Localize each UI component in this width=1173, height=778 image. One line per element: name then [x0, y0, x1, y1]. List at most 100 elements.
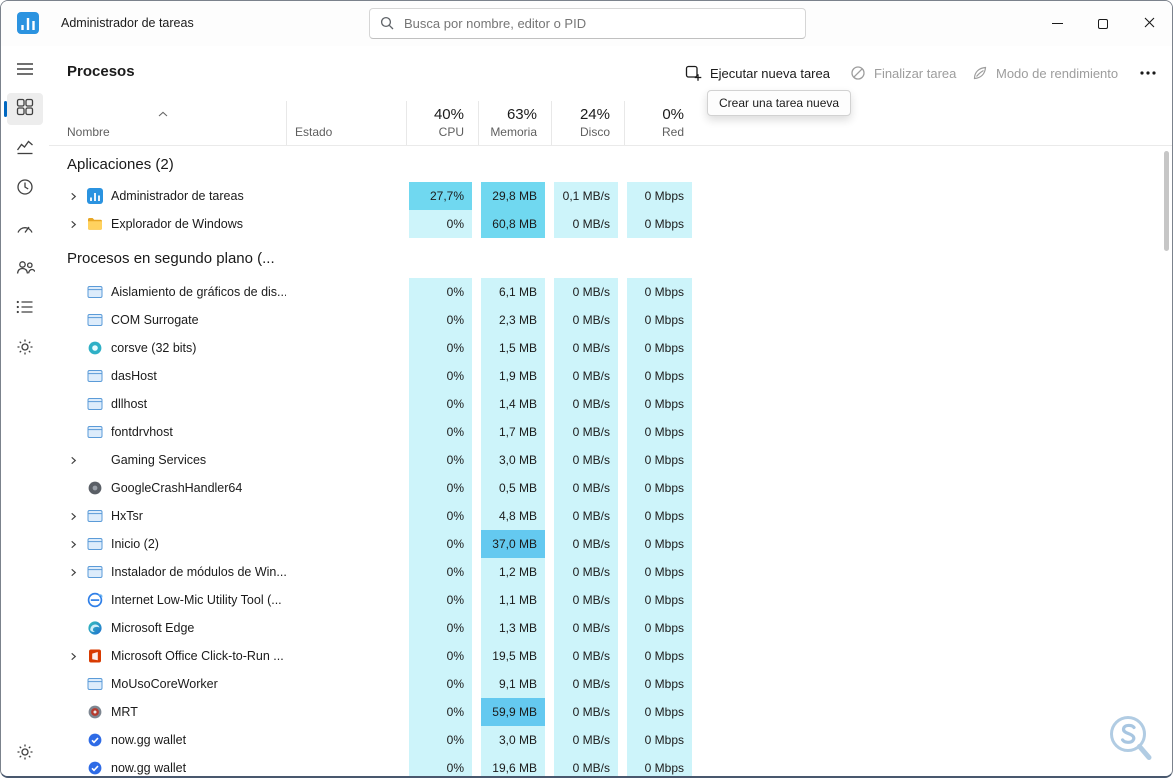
window-icon [87, 424, 103, 440]
chevron-right-icon[interactable] [69, 220, 83, 229]
cpu-cell: 0% [409, 670, 472, 698]
chevron-right-icon[interactable] [69, 512, 83, 521]
cpu-cell: 0% [409, 446, 472, 474]
sidebar-item-app-history[interactable] [7, 173, 43, 205]
wallet-icon [87, 732, 103, 748]
process-row[interactable]: COM Surrogate 0% 2,3 MB 0 MB/s 0 Mbps [60, 306, 1172, 334]
window-icon [87, 676, 103, 692]
more-options-button[interactable] [1134, 58, 1162, 88]
process-row[interactable]: HxTsr 0% 4,8 MB 0 MB/s 0 Mbps [60, 502, 1172, 530]
network-cell: 0 Mbps [627, 306, 692, 334]
network-cell: 0 Mbps [627, 754, 692, 776]
end-task-label: Finalizar tarea [874, 65, 957, 81]
tooltip: Crear una tarea nueva [707, 90, 852, 116]
process-row[interactable]: Instalador de módulos de Win... 0% 1,2 MB 0… [60, 558, 1172, 586]
blank-icon [87, 452, 103, 468]
process-row[interactable]: now.gg wallet 0% 19,6 MB 0 MB/s 0 Mbps [60, 754, 1172, 776]
sidebar-item-services[interactable] [7, 333, 43, 365]
sidebar-item-users[interactable] [7, 253, 43, 285]
process-name: Microsoft Office Click-to-Run ... [111, 649, 284, 663]
search-input[interactable] [369, 8, 806, 39]
performance-mode-button[interactable]: Modo de rendimiento [966, 58, 1124, 88]
memory-cell: 3,0 MB [481, 446, 545, 474]
performance-mode-label: Modo de rendimiento [996, 65, 1119, 81]
process-row[interactable]: now.gg wallet 0% 3,0 MB 0 MB/s 0 Mbps [60, 726, 1172, 754]
process-row[interactable]: Internet Low-Mic Utility Tool (... 0% 1,1 … [60, 586, 1172, 614]
process-name-cell: MoUsoCoreWorker [60, 670, 286, 698]
group-header[interactable]: Aplicaciones (2) [60, 146, 1172, 182]
network-cell: 0 Mbps [627, 530, 692, 558]
minimize-button[interactable] [1034, 1, 1080, 46]
process-row[interactable]: dllhost 0% 1,4 MB 0 MB/s 0 Mbps [60, 390, 1172, 418]
process-name: GoogleCrashHandler64 [111, 481, 243, 495]
status-cell [286, 558, 406, 586]
disk-cell: 0 MB/s [554, 726, 618, 754]
process-row[interactable]: Gaming Services 0% 3,0 MB 0 MB/s 0 Mbps [60, 446, 1172, 474]
process-name-cell: now.gg wallet [60, 754, 286, 776]
search-box[interactable] [369, 8, 806, 39]
status-cell [286, 586, 406, 614]
sidebar-item-details[interactable] [7, 293, 43, 325]
sidebar-item-menu[interactable] [7, 55, 43, 87]
memory-cell: 59,9 MB [481, 698, 545, 726]
column-header-estado[interactable]: Estado [286, 101, 406, 145]
sidebar-item-startup-apps[interactable] [7, 213, 43, 245]
column-header-memoria[interactable]: 63% Memoria [478, 101, 551, 145]
process-name: Aislamiento de gráficos de dis... [111, 285, 286, 299]
process-row[interactable]: Explorador de Windows 0% 60,8 MB 0 MB/s 0 Mb… [60, 210, 1172, 238]
process-name-cell: Instalador de módulos de Win... [60, 558, 286, 586]
sidebar-item-processes[interactable] [7, 93, 43, 125]
process-row[interactable]: Microsoft Edge 0% 1,3 MB 0 MB/s 0 Mbps [60, 614, 1172, 642]
end-task-button[interactable]: Finalizar tarea [844, 58, 962, 88]
group-header[interactable]: Procesos en segundo plano (... [60, 238, 1172, 278]
window-icon [87, 284, 103, 300]
network-cell: 0 Mbps [627, 418, 692, 446]
process-row[interactable]: Aislamiento de gráficos de dis... 0% 6,1 M… [60, 278, 1172, 306]
column-header-nombre[interactable]: Nombre [60, 101, 286, 145]
chevron-right-icon[interactable] [69, 568, 83, 577]
window-icon [87, 312, 103, 328]
status-cell [286, 474, 406, 502]
process-name: Internet Low-Mic Utility Tool (... [111, 593, 282, 607]
process-row[interactable]: GoogleCrashHandler64 0% 0,5 MB 0 MB/s 0 Mbps [60, 474, 1172, 502]
chevron-right-icon[interactable] [69, 192, 83, 201]
window-icon [87, 536, 103, 552]
column-header-disco[interactable]: 24% Disco [551, 101, 624, 145]
status-cell [286, 278, 406, 306]
details-list-icon [16, 300, 34, 319]
process-name-cell: HxTsr [60, 502, 286, 530]
process-row[interactable]: corsve (32 bits) 0% 1,5 MB 0 MB/s 0 Mbps [60, 334, 1172, 362]
memory-cell: 6,1 MB [481, 278, 545, 306]
column-header-red[interactable]: 0% Red [624, 101, 698, 145]
maximize-button[interactable] [1080, 1, 1126, 46]
process-row[interactable]: MRT 0% 59,9 MB 0 MB/s 0 Mbps [60, 698, 1172, 726]
sidebar-item-performance[interactable] [7, 133, 43, 165]
vertical-scrollbar-thumb[interactable] [1164, 151, 1169, 251]
chevron-right-icon[interactable] [69, 652, 83, 661]
ie-icon [87, 592, 103, 608]
cpu-cell: 0% [409, 530, 472, 558]
process-name-cell: now.gg wallet [60, 726, 286, 754]
process-row[interactable]: Inicio (2) 0% 37,0 MB 0 MB/s 0 Mbps [60, 530, 1172, 558]
process-row[interactable]: Microsoft Office Click-to-Run ... 0% 19,5 … [60, 642, 1172, 670]
window-icon [87, 508, 103, 524]
column-header-cpu[interactable]: 40% CPU [406, 101, 478, 145]
process-name: corsve (32 bits) [111, 341, 197, 355]
sidebar-item-settings[interactable] [7, 738, 43, 770]
window-title: Administrador de tareas [61, 16, 194, 30]
process-name: dllhost [111, 397, 148, 411]
mrt-icon [87, 704, 103, 720]
chevron-right-icon[interactable] [69, 456, 83, 465]
process-row[interactable]: Administrador de tareas 27,7% 29,8 MB 0,1 M… [60, 182, 1172, 210]
chevron-right-icon[interactable] [69, 540, 83, 549]
run-new-task-button[interactable]: Ejecutar nueva tarea [679, 58, 836, 88]
process-name-cell: Inicio (2) [60, 530, 286, 558]
process-row[interactable]: MoUsoCoreWorker 0% 9,1 MB 0 MB/s 0 Mbps [60, 670, 1172, 698]
memory-total-percent: 63% [506, 106, 537, 123]
status-cell [286, 698, 406, 726]
process-name-cell: MRT [60, 698, 286, 726]
close-button[interactable] [1126, 1, 1172, 46]
disk-cell: 0 MB/s [554, 670, 618, 698]
process-row[interactable]: fontdrvhost 0% 1,7 MB 0 MB/s 0 Mbps [60, 418, 1172, 446]
process-row[interactable]: dasHost 0% 1,9 MB 0 MB/s 0 Mbps [60, 362, 1172, 390]
